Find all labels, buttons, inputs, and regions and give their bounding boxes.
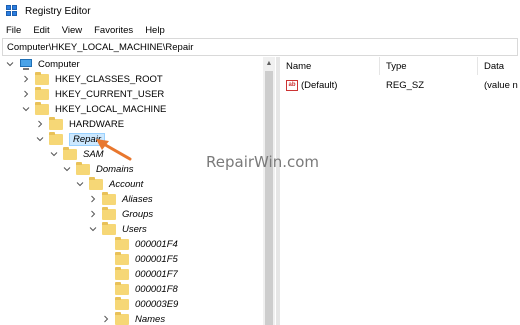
tree-label: HKEY_CURRENT_USER — [55, 88, 165, 100]
tree-label: 000001F7 — [135, 268, 178, 280]
tree-label: Aliases — [122, 193, 153, 205]
chevron-down-icon[interactable] — [89, 225, 97, 233]
folder-icon — [115, 296, 129, 310]
tree-item-user-key[interactable]: 000001F5 — [115, 251, 178, 266]
folder-icon — [35, 86, 49, 100]
chevron-down-icon[interactable] — [36, 135, 44, 143]
chevron-down-icon[interactable] — [6, 60, 14, 68]
tree-label: Computer — [38, 58, 80, 70]
column-header-type[interactable]: Type — [380, 57, 478, 75]
list-row-type: REG_SZ — [386, 77, 478, 93]
computer-icon — [19, 58, 33, 70]
folder-icon — [115, 281, 129, 295]
column-header-name[interactable]: Name — [280, 57, 380, 75]
tree-item-user-key[interactable]: 000003E9 — [115, 296, 179, 311]
tree-label: Domains — [96, 163, 134, 175]
menu-bar: File Edit View Favorites Help — [0, 22, 520, 38]
scroll-thumb[interactable] — [265, 71, 273, 325]
folder-icon — [115, 311, 129, 325]
folder-icon — [115, 251, 129, 265]
registry-editor-icon — [6, 5, 18, 17]
folder-icon — [76, 161, 90, 175]
tree-item-hardware[interactable]: HARDWARE — [36, 116, 125, 131]
tree-label: 000001F4 — [135, 238, 178, 250]
chevron-down-icon[interactable] — [76, 180, 84, 188]
tree-item-domains[interactable]: Domains — [63, 161, 134, 176]
folder-icon — [102, 191, 116, 205]
folder-icon — [35, 101, 49, 115]
chevron-right-icon[interactable] — [102, 315, 110, 323]
tree-item-groups[interactable]: Groups — [89, 206, 154, 221]
folder-icon — [102, 206, 116, 220]
string-value-icon: ab — [286, 79, 298, 91]
tree-item-hklm[interactable]: HKEY_LOCAL_MACHINE — [22, 101, 167, 116]
folder-icon — [49, 116, 63, 130]
chevron-down-icon[interactable] — [63, 165, 71, 173]
value-type: REG_SZ — [386, 79, 425, 91]
scroll-up-icon[interactable]: ▲ — [263, 57, 275, 69]
tree-item-aliases[interactable]: Aliases — [89, 191, 153, 206]
title-bar: Registry Editor — [0, 0, 520, 22]
tree-item-hkcu[interactable]: HKEY_CURRENT_USER — [22, 86, 165, 101]
address-bar[interactable]: Computer\HKEY_LOCAL_MACHINE\Repair — [2, 38, 518, 56]
tree-label: 000001F5 — [135, 253, 178, 265]
tree-scrollbar[interactable]: ▲ — [263, 57, 275, 325]
tree-item-users[interactable]: Users — [89, 221, 147, 236]
menu-help[interactable]: Help — [145, 25, 165, 36]
folder-icon — [35, 71, 49, 85]
folder-icon — [102, 221, 116, 235]
tree-item-names[interactable]: Names — [102, 311, 166, 325]
tree-label: 000003E9 — [135, 298, 179, 310]
tree-item-account[interactable]: Account — [76, 176, 144, 191]
menu-view[interactable]: View — [62, 25, 82, 36]
chevron-down-icon[interactable] — [22, 105, 30, 113]
tree-label: Users — [122, 223, 147, 235]
tree-label: Names — [135, 313, 166, 325]
chevron-right-icon[interactable] — [89, 195, 97, 203]
address-path: Computer\HKEY_LOCAL_MACHINE\Repair — [7, 41, 194, 53]
watermark: RepairWin.com — [206, 153, 320, 171]
value-data: (value n — [484, 79, 518, 91]
tree-label: HKEY_LOCAL_MACHINE — [55, 103, 167, 115]
value-name: (Default) — [301, 79, 338, 91]
window-title: Registry Editor — [25, 5, 91, 17]
values-list: Name Type Data ab (Default) REG_SZ (valu… — [280, 57, 520, 325]
folder-icon — [115, 266, 129, 280]
menu-edit[interactable]: Edit — [33, 25, 49, 36]
folder-icon — [89, 176, 103, 190]
menu-file[interactable]: File — [6, 25, 21, 36]
folder-icon — [49, 131, 63, 145]
menu-favorites[interactable]: Favorites — [94, 25, 133, 36]
list-row-data: (value n — [484, 77, 520, 93]
tree-label: 000001F8 — [135, 283, 178, 295]
tree-item-user-key[interactable]: 000001F4 — [115, 236, 178, 251]
annotation-arrow-icon — [96, 139, 132, 161]
tree-label: Account — [109, 178, 144, 190]
chevron-right-icon[interactable] — [22, 90, 30, 98]
chevron-right-icon[interactable] — [36, 120, 44, 128]
tree-item-user-key[interactable]: 000001F7 — [115, 266, 178, 281]
tree-item-user-key[interactable]: 000001F8 — [115, 281, 178, 296]
chevron-right-icon[interactable] — [89, 210, 97, 218]
column-header-data[interactable]: Data — [478, 57, 520, 75]
tree-label: Groups — [122, 208, 154, 220]
tree-pane: Computer HKEY_CLASSES_ROOT HKEY_CURRENT_… — [0, 57, 274, 325]
chevron-down-icon[interactable] — [50, 150, 58, 158]
folder-icon — [115, 236, 129, 250]
folder-icon — [63, 146, 77, 160]
tree-label: HKEY_CLASSES_ROOT — [55, 73, 163, 85]
tree-label: HARDWARE — [69, 118, 125, 130]
list-row-name[interactable]: ab (Default) — [286, 77, 380, 93]
tree-item-computer[interactable]: Computer — [6, 57, 80, 71]
tree-item-hkcr[interactable]: HKEY_CLASSES_ROOT — [22, 71, 163, 86]
chevron-right-icon[interactable] — [22, 75, 30, 83]
